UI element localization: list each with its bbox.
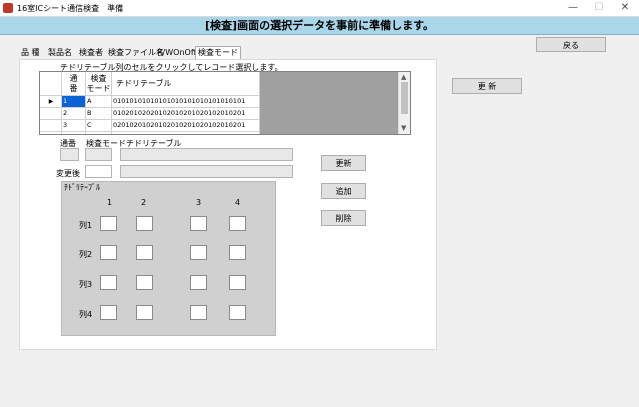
scroll-up-icon[interactable]: ▲ <box>401 73 406 81</box>
chidori-cell[interactable] <box>136 275 153 290</box>
cell-number[interactable]: 3 <box>62 120 86 132</box>
close-icon[interactable]: ✕ <box>618 2 632 14</box>
table-field[interactable] <box>120 148 293 161</box>
title-bar: 16室ICシート通信検査 準備 — ☐ ✕ <box>0 0 639 17</box>
new-table-field[interactable] <box>120 165 293 178</box>
maximize-icon[interactable]: ☐ <box>592 2 606 14</box>
vertical-scrollbar[interactable]: ▲ ▼ <box>398 72 410 134</box>
row-header-corner <box>40 72 62 96</box>
cell-mode[interactable]: C <box>86 120 112 132</box>
chidori-cell[interactable] <box>190 275 207 290</box>
table-row[interactable]: 2 B 01020102020102010201020102010201 <box>40 108 260 120</box>
chidori-cell[interactable] <box>229 216 246 231</box>
row-header <box>40 132 62 134</box>
tab-inspector[interactable]: 検査者 <box>79 47 103 59</box>
cell-number[interactable]: 2 <box>62 108 86 120</box>
chidori-table-panel: ﾁﾄﾞﾘﾃｰﾌﾞﾙ 1 2 3 4 列1 列2 列3 列4 <box>61 181 276 336</box>
cell-mode[interactable]: B <box>86 108 112 120</box>
row-label-4: 列4 <box>79 310 93 319</box>
column-header-table[interactable]: チドリテーブル <box>112 72 260 96</box>
row-header <box>40 120 62 132</box>
chidori-cell[interactable] <box>190 216 207 231</box>
tab-rw-onoff[interactable]: R/WOnOff <box>157 47 196 59</box>
cell-number[interactable]: 1 <box>62 96 86 108</box>
chidori-title: ﾁﾄﾞﾘﾃｰﾌﾞﾙ <box>64 183 100 192</box>
app-icon <box>3 3 13 13</box>
col-label-4: 4 <box>235 198 241 207</box>
delete-button[interactable]: 削除 <box>321 210 366 226</box>
cell-number[interactable]: 4 <box>62 132 86 134</box>
chidori-cell[interactable] <box>100 305 117 320</box>
label-after-change: 変更後 <box>56 169 80 178</box>
tab-inspection-mode[interactable]: 検査モード <box>195 46 241 60</box>
update-button[interactable]: 更新 <box>321 155 366 171</box>
tab-hinshu[interactable]: 品 種 <box>21 47 40 59</box>
chidori-cell[interactable] <box>229 275 246 290</box>
chidori-cell[interactable] <box>229 305 246 320</box>
cell-table[interactable]: 01020304050607080910111213141516 <box>112 132 260 134</box>
window-title: 16室ICシート通信検査 準備 <box>17 4 124 13</box>
cell-table[interactable]: 02010201020102010201020102010201 <box>112 120 260 132</box>
chidori-cell[interactable] <box>190 305 207 320</box>
chidori-cell[interactable] <box>190 245 207 260</box>
column-header-mode[interactable]: 検査 モード <box>86 72 112 96</box>
cell-mode[interactable]: D <box>86 132 112 134</box>
add-button[interactable]: 追加 <box>321 183 366 199</box>
cell-mode[interactable]: A <box>86 96 112 108</box>
chidori-cell[interactable] <box>136 305 153 320</box>
chidori-cell[interactable] <box>136 245 153 260</box>
row-indicator-icon: ▶ <box>40 96 62 108</box>
scroll-thumb[interactable] <box>401 82 408 114</box>
tab-product-name[interactable]: 製品名 <box>48 47 72 59</box>
instruction-banner: [検査]画面の選択データを事前に準備します。 <box>0 17 639 35</box>
table-row[interactable]: 4 D 01020304050607080910111213141516 <box>40 132 260 134</box>
number-field[interactable] <box>60 148 79 161</box>
scroll-down-icon[interactable]: ▼ <box>401 124 406 132</box>
cell-table[interactable]: 01010101010101010101010101010101 <box>112 96 260 108</box>
back-button[interactable]: 戻る <box>536 37 606 52</box>
column-header-number[interactable]: 通 番 <box>62 72 86 96</box>
mode-field[interactable] <box>85 148 112 161</box>
row-label-3: 列3 <box>79 280 93 289</box>
data-grid[interactable]: 通 番 検査 モード チドリテーブル ▶ 1 A 010101010101010… <box>39 71 411 135</box>
minimize-icon[interactable]: — <box>566 2 580 14</box>
chidori-cell[interactable] <box>136 216 153 231</box>
table-row[interactable]: 3 C 02010201020102010201020102010201 <box>40 120 260 132</box>
update-top-button[interactable]: 更 新 <box>452 78 522 94</box>
grid-header: 通 番 検査 モード チドリテーブル <box>40 72 260 96</box>
chidori-cell[interactable] <box>100 275 117 290</box>
new-mode-field[interactable] <box>85 165 112 178</box>
row-label-1: 列1 <box>79 221 93 230</box>
tab-inspection-file[interactable]: 検査ファイル名 <box>108 47 164 59</box>
row-label-2: 列2 <box>79 250 93 259</box>
chidori-cell[interactable] <box>100 216 117 231</box>
col-label-2: 2 <box>141 198 147 207</box>
chidori-cell[interactable] <box>229 245 246 260</box>
cell-table[interactable]: 01020102020102010201020102010201 <box>112 108 260 120</box>
table-row[interactable]: ▶ 1 A 01010101010101010101010101010101 <box>40 96 260 108</box>
row-header <box>40 108 62 120</box>
col-label-1: 1 <box>107 198 113 207</box>
col-label-3: 3 <box>196 198 202 207</box>
chidori-cell[interactable] <box>100 245 117 260</box>
